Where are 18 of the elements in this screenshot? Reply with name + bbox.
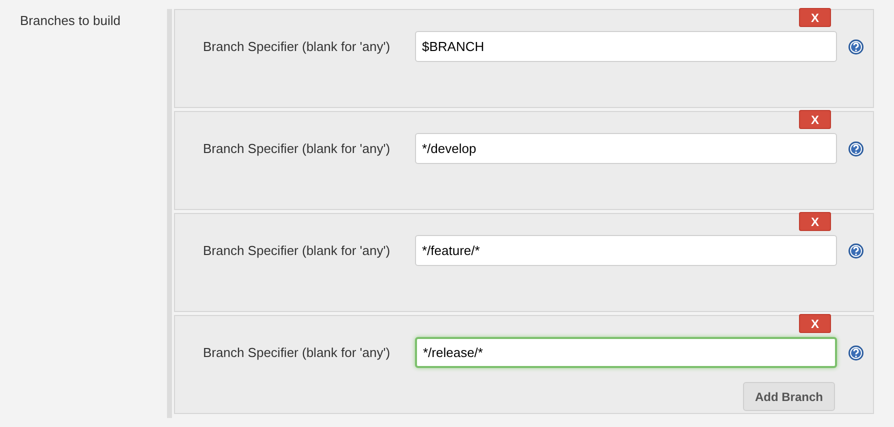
field-label: Branch Specifier (blank for 'any'): [203, 243, 392, 258]
field-label: Branch Specifier (blank for 'any'): [203, 141, 392, 156]
field-label: Branch Specifier (blank for 'any'): [203, 345, 392, 360]
branch-specifier-field[interactable]: $BRANCH: [415, 31, 837, 62]
delete-button[interactable]: X: [799, 212, 831, 231]
help-icon[interactable]: [848, 242, 864, 258]
branch-specifier-field[interactable]: */feature/*: [415, 235, 837, 266]
branch-specifier-field[interactable]: */develop: [415, 133, 837, 164]
delete-button[interactable]: X: [799, 314, 831, 333]
delete-button[interactable]: X: [799, 8, 831, 27]
help-icon[interactable]: [848, 344, 864, 360]
section-label: Branches to build: [20, 12, 122, 30]
help-icon[interactable]: [848, 140, 864, 156]
field-label: Branch Specifier (blank for 'any'): [203, 39, 392, 54]
add-branch-button[interactable]: Add Branch: [742, 382, 835, 411]
branch-specifier-field[interactable]: */release/*: [415, 337, 837, 368]
delete-button[interactable]: X: [799, 110, 831, 129]
help-icon[interactable]: [848, 38, 864, 54]
